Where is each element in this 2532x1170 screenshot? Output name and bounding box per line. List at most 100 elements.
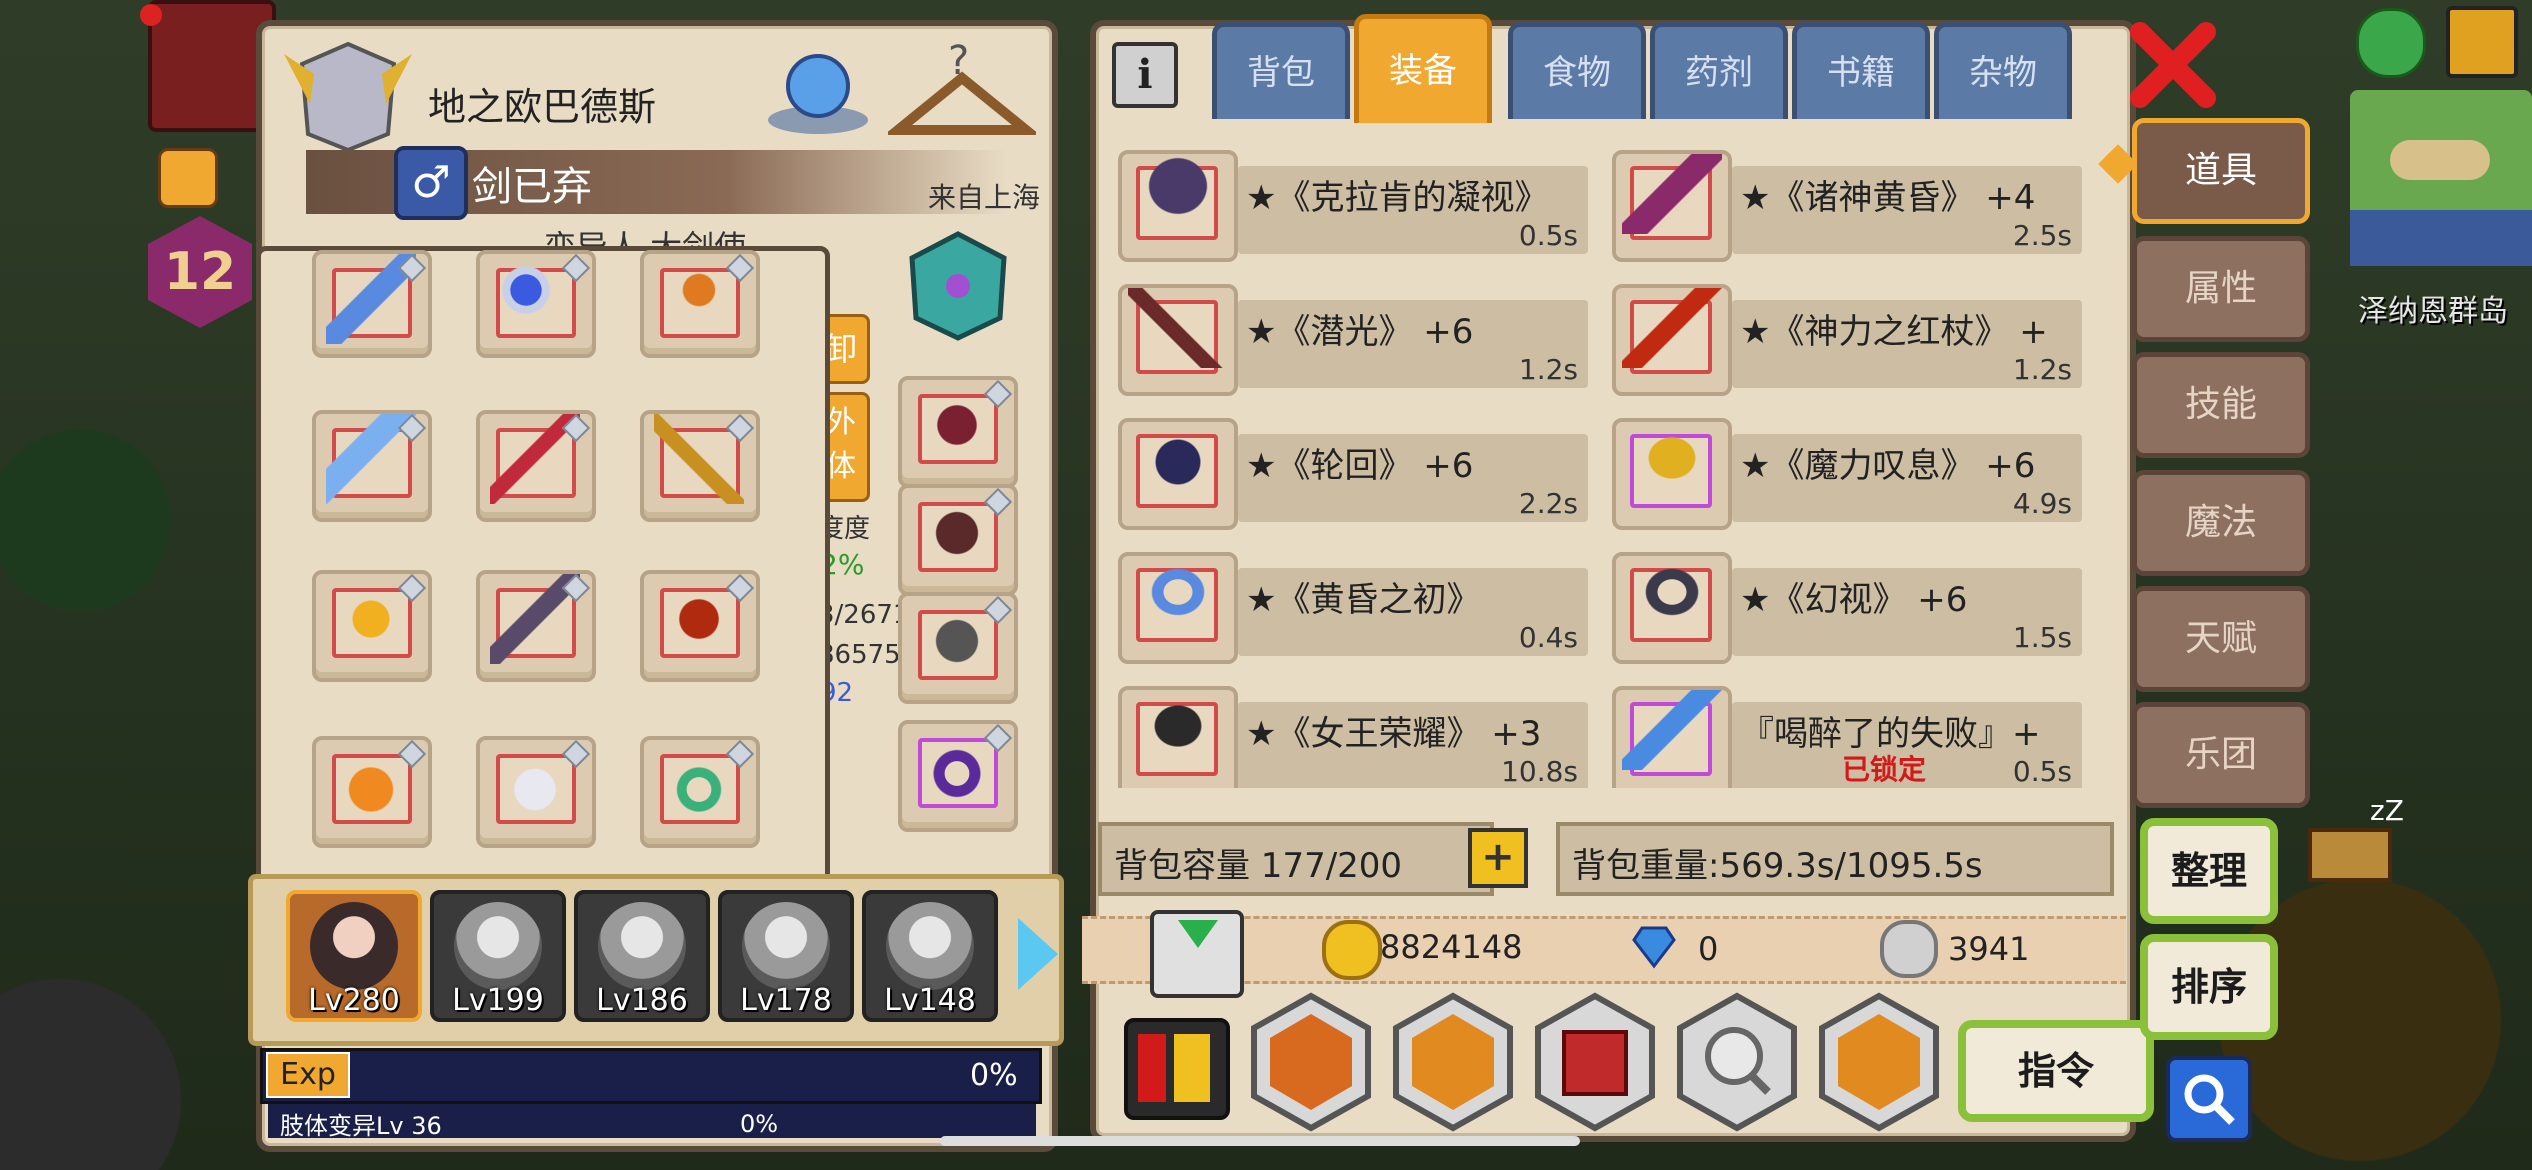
picker-item-frost-axe[interactable] xyxy=(312,410,432,522)
picker-item-jade-trident[interactable] xyxy=(640,410,760,522)
item-mana-sigh[interactable]: ★《魔力叹息》 +6 4.9s xyxy=(1612,412,2082,530)
skill-cube-icon[interactable] xyxy=(1532,992,1658,1132)
record-dot-icon xyxy=(140,4,162,26)
party-member-3[interactable]: Lv186 xyxy=(574,890,710,1022)
help-hanger-icon[interactable]: ? xyxy=(883,38,1041,142)
item-divine-red-staff[interactable]: ★《神力之红杖》 +1.2s xyxy=(1612,278,2082,396)
buff-icon[interactable] xyxy=(158,148,218,208)
ragnarok-icon xyxy=(1622,154,1722,234)
skill-blades-icon[interactable] xyxy=(1390,992,1516,1132)
home-indicator xyxy=(940,1136,1580,1146)
close-icon[interactable] xyxy=(2130,22,2216,108)
tab-misc[interactable]: 杂物 xyxy=(1934,22,2072,119)
limb-mutation-percent: 0% xyxy=(740,1110,779,1138)
mana-sigh-belt-icon xyxy=(1622,422,1722,502)
party-member-5[interactable]: Lv148 xyxy=(862,890,998,1022)
capacity-box: 背包容量 177/200 xyxy=(1098,822,1494,896)
ring-equip-slot[interactable] xyxy=(898,720,1018,832)
samsara-glove-icon xyxy=(1128,422,1228,502)
tab-books[interactable]: 书籍 xyxy=(1792,22,1930,119)
limb-mutation-label: 肢体变异Lv 36 xyxy=(280,1112,442,1140)
item-list: ★《克拉肯的凝视》 0.5s ★《诸神黄昏》 +4 2.5s ★《潜光》 +6 1.2… xyxy=(1112,128,2102,788)
side-menu-attributes[interactable]: 属性 xyxy=(2132,236,2310,342)
weight-box: 背包重量:569.3s/1095.5s xyxy=(1556,822,2114,896)
tab-food[interactable]: 食物 xyxy=(1508,22,1646,119)
search-icon[interactable] xyxy=(2166,1056,2252,1142)
side-menu-magic[interactable]: 魔法 xyxy=(2132,470,2310,576)
deposit-icon[interactable] xyxy=(1150,910,1244,998)
item-illusion[interactable]: ★《幻视》 +6 1.5s xyxy=(1612,546,2082,664)
picker-item-red-spear[interactable] xyxy=(476,410,596,522)
side-menu-band[interactable]: 乐团 xyxy=(2132,702,2310,808)
latent-light-icon xyxy=(1128,288,1228,368)
illusion-collar-icon xyxy=(1622,556,1722,636)
minimap[interactable] xyxy=(2350,90,2532,266)
tab-potion[interactable]: 药剂 xyxy=(1650,22,1788,119)
picker-item-pumpkin-head[interactable] xyxy=(312,736,432,848)
svg-text:?: ? xyxy=(948,38,969,84)
locked-status: 已锁定 xyxy=(1842,753,1927,786)
kraken-gaze-icon xyxy=(1128,154,1228,234)
picker-item-demon-mask[interactable] xyxy=(640,570,760,682)
picker-item-pumpkin-staff[interactable] xyxy=(640,250,760,358)
picker-item-white-glove[interactable] xyxy=(476,736,596,848)
item-samsara[interactable]: ★《轮回》 +6 2.2s xyxy=(1118,412,1588,530)
party-member-2[interactable]: Lv199 xyxy=(430,890,566,1022)
exp-percent: 0% xyxy=(970,1058,1018,1093)
info-icon[interactable]: i xyxy=(1112,42,1178,108)
teleport-orb-icon[interactable] xyxy=(762,40,874,140)
item-drunken-failure[interactable]: 『喝醉了的失败』+ 已锁定 0.5s xyxy=(1612,680,2082,788)
sleep-hut-icon[interactable]: zZ xyxy=(2304,790,2420,886)
glove-equip-slot[interactable] xyxy=(898,376,1018,488)
item-queen-glory[interactable]: ★《女王荣耀》 +3 10.8s xyxy=(1118,680,1588,788)
gender-icon: ♂ xyxy=(394,146,468,220)
diamond-icon xyxy=(1630,922,1678,970)
picker-item-dark-blade[interactable] xyxy=(476,570,596,682)
party-member-4[interactable]: Lv178 xyxy=(718,890,854,1022)
item-dusk-beginning[interactable]: ★《黄昏之初》 0.4s xyxy=(1118,546,1588,664)
picker-item-chicken-club[interactable] xyxy=(312,570,432,682)
gold-amount: 8824148 xyxy=(1380,928,1523,966)
tab-backpack[interactable]: 背包 xyxy=(1212,22,1350,119)
svg-text:zZ: zZ xyxy=(2370,794,2404,827)
character-origin: 来自上海 xyxy=(928,181,1041,214)
map-label: 泽纳恩群岛 xyxy=(2358,294,2508,329)
item-latent-light[interactable]: ★《潜光》 +6 1.2s xyxy=(1118,278,1588,396)
tab-equipment[interactable]: 装备 xyxy=(1354,14,1492,123)
numbering-toggle-icon[interactable] xyxy=(1124,1018,1230,1120)
boots-equip-slot[interactable] xyxy=(898,592,1018,704)
exit-icon[interactable] xyxy=(2446,6,2518,78)
dusk-collar-icon xyxy=(1128,556,1228,636)
skill-shuriken-icon[interactable] xyxy=(1248,992,1374,1132)
item-ragnarok[interactable]: ★《诸神黄昏》 +4 2.5s xyxy=(1612,144,2082,262)
silver-amount: 3941 xyxy=(1948,930,2030,968)
side-menu-talent[interactable]: 天赋 xyxy=(2132,586,2310,692)
exp-bar xyxy=(260,1048,1042,1104)
backpack-weight: 背包重量:569.3s/1095.5s xyxy=(1572,846,1983,886)
rank-emblem-icon xyxy=(284,34,412,154)
party-member-1[interactable]: Lv280 xyxy=(286,890,422,1022)
character-name: 剑已弃 xyxy=(472,164,592,210)
exp-label: Exp xyxy=(266,1052,350,1098)
item-kraken-gaze[interactable]: ★《克拉肯的凝视》 0.5s xyxy=(1118,144,1588,262)
expand-capacity-button[interactable]: + xyxy=(1468,828,1528,888)
gold-coin-icon xyxy=(1322,920,1382,980)
network-icon[interactable] xyxy=(2356,8,2426,78)
drunken-sword-icon xyxy=(1622,690,1722,770)
organize-button[interactable]: 整理 xyxy=(2140,818,2278,924)
party-next-arrow-icon[interactable] xyxy=(1018,918,1058,990)
picker-item-eye-cannon[interactable] xyxy=(476,250,596,358)
picker-item-ice-blade[interactable] xyxy=(312,250,432,358)
backpack-capacity: 背包容量 177/200 xyxy=(1114,846,1403,886)
side-menu-skills[interactable]: 技能 xyxy=(2132,352,2310,458)
skill-bull-icon[interactable] xyxy=(1816,992,1942,1132)
skill-magnifier-icon[interactable] xyxy=(1674,992,1800,1132)
command-button[interactable]: 指令 xyxy=(1958,1020,2154,1122)
amulet-slot[interactable] xyxy=(900,228,1016,344)
armor-equip-slot[interactable] xyxy=(898,484,1018,596)
picker-item-jade-ring[interactable] xyxy=(640,736,760,848)
stat-text-4: 86575 xyxy=(818,640,901,670)
side-menu-items[interactable]: 道具 xyxy=(2132,118,2310,224)
diamond-amount: 0 xyxy=(1698,930,1719,968)
sort-button[interactable]: 排序 xyxy=(2140,934,2278,1040)
